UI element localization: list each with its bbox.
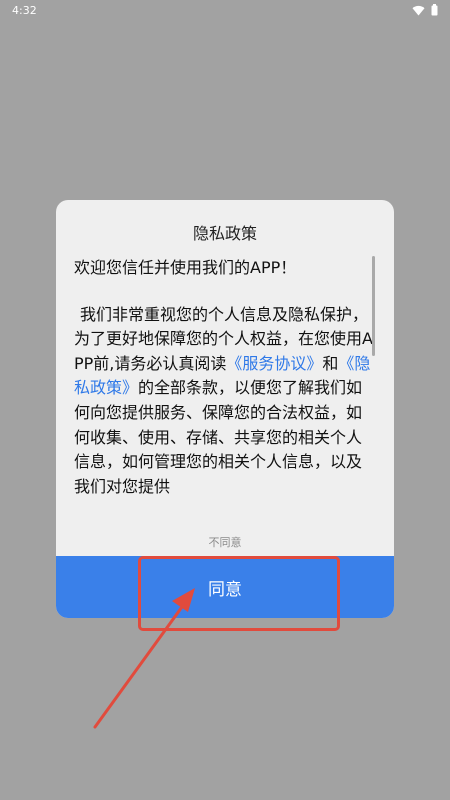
highlight-box	[138, 556, 340, 631]
disagree-button[interactable]: 不同意	[56, 534, 394, 550]
conjunction-text: 和	[322, 353, 339, 373]
policy-body-text: 我们非常重视您的个人信息及隐私保护，为了更好地保障您的个人权益，在您使用APP前…	[74, 303, 376, 500]
status-bar: 4:32	[0, 0, 450, 22]
status-icons	[412, 4, 438, 16]
battery-icon	[431, 4, 438, 16]
policy-content[interactable]: 欢迎您信任并使用我们的APP！ 我们非常重视您的个人信息及隐私保护，为了更好地保…	[74, 256, 376, 514]
content-scrollbar[interactable]	[372, 256, 375, 356]
wifi-icon	[412, 5, 425, 16]
service-agreement-link[interactable]: 《服务协议》	[226, 354, 322, 373]
status-time: 4:32	[12, 4, 37, 17]
dialog-title: 隐私政策	[192, 224, 257, 243]
greeting-text: 欢迎您信任并使用我们的APP！	[74, 258, 297, 277]
